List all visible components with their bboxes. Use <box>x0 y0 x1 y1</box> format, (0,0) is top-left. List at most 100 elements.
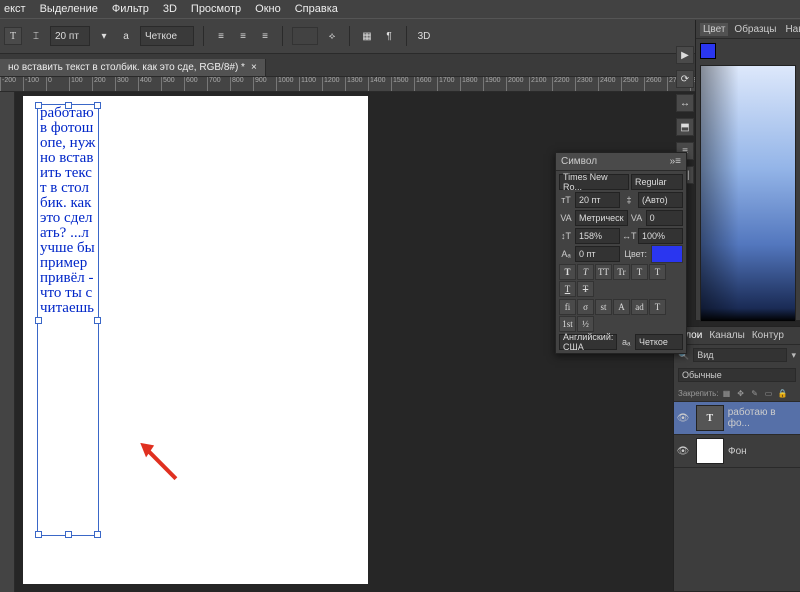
underline-button[interactable]: T <box>559 281 576 297</box>
subscript-button[interactable]: T <box>649 264 666 280</box>
color-picker-gradient[interactable] <box>700 65 796 322</box>
char-color-swatch[interactable] <box>651 245 683 263</box>
menu-select[interactable]: Выделение <box>40 3 98 15</box>
size-field[interactable]: 20 пт <box>575 192 620 208</box>
italic-button[interactable]: T <box>577 264 594 280</box>
handle-sw[interactable] <box>35 531 42 538</box>
close-icon[interactable]: × <box>251 62 257 73</box>
app-root: екст Выделение Фильтр 3D Просмотр Окно С… <box>0 0 800 592</box>
smallcaps-button[interactable]: Tr <box>613 264 630 280</box>
char-panel-icon[interactable]: ¶ <box>381 28 397 44</box>
antialias-field[interactable]: Четкое <box>140 26 194 46</box>
dropdown-icon[interactable]: ▾ <box>96 28 112 44</box>
text-color-swatch[interactable] <box>292 27 318 45</box>
ruler-tick: 1200 <box>322 77 340 91</box>
hscale-field[interactable]: 100% <box>638 228 683 244</box>
canvas[interactable]: работаю в фотошопе, нужно вставить текст… <box>23 96 368 584</box>
vscale-field[interactable]: 158% <box>575 228 620 244</box>
history-icon[interactable]: ⟳ <box>676 70 694 88</box>
layer-row[interactable]: 👁 T работаю в фо... <box>674 402 800 435</box>
handle-w[interactable] <box>35 317 42 324</box>
visibility-icon[interactable]: 👁 <box>674 446 692 457</box>
layer-thumb-image <box>696 438 724 464</box>
tab-color[interactable]: Цвет <box>700 23 728 36</box>
ordinals-button[interactable]: 1st <box>559 316 576 332</box>
kerning-field[interactable]: Метрическ <box>575 210 628 226</box>
align-right-icon[interactable]: ≡ <box>257 28 273 44</box>
lock-artboard-icon[interactable]: ▭ <box>763 387 775 399</box>
language-field[interactable]: Английский: США <box>559 334 617 350</box>
play-icon[interactable]: ▶ <box>676 46 694 64</box>
visibility-icon[interactable]: 👁 <box>674 413 692 424</box>
menu-3d[interactable]: 3D <box>163 3 177 15</box>
handle-n[interactable] <box>65 102 72 109</box>
layer-filter-select[interactable]: Вид <box>693 348 787 362</box>
lock-position-icon[interactable]: ✥ <box>735 387 747 399</box>
alternates-button[interactable]: σ <box>577 299 594 315</box>
character-panel-title: Символ <box>561 156 597 167</box>
aa-field[interactable]: Четкое <box>635 334 683 350</box>
handle-e[interactable] <box>94 317 101 324</box>
layer-filter-row: 🔍 Вид ▾ <box>674 345 800 365</box>
fg-color[interactable] <box>700 43 716 59</box>
lock-brush-icon[interactable]: ✎ <box>749 387 761 399</box>
swatch-icon[interactable]: ⬒ <box>676 118 694 136</box>
menu-help[interactable]: Справка <box>295 3 338 15</box>
handle-s[interactable] <box>65 531 72 538</box>
menu-text[interactable]: екст <box>4 3 26 15</box>
menu-view[interactable]: Просмотр <box>191 3 241 15</box>
collapse-icon[interactable]: »≡ <box>670 156 681 167</box>
blend-mode-select[interactable]: Обычные <box>678 368 796 382</box>
tool-preset-icon[interactable]: T <box>4 27 22 45</box>
menu-window[interactable]: Окно <box>255 3 281 15</box>
tab-swatches[interactable]: Образцы <box>731 23 779 36</box>
text-box[interactable]: работаю в фотошопе, нужно вставить текст… <box>37 104 99 536</box>
ruler-tick: 2600 <box>644 77 662 91</box>
tab-paths[interactable]: Контур <box>752 330 784 341</box>
titling-button[interactable]: T <box>649 299 666 315</box>
orientation-icon[interactable]: ⌶ <box>28 28 44 44</box>
align-left-icon[interactable]: ≡ <box>213 28 229 44</box>
fractions-button[interactable]: ½ <box>577 316 594 332</box>
separator <box>203 26 204 46</box>
tab-navigator[interactable]: Навига <box>782 23 800 36</box>
align-center-icon[interactable]: ≡ <box>235 28 251 44</box>
stylistic-button[interactable]: ad <box>631 299 648 315</box>
tab-channels[interactable]: Каналы <box>709 330 745 341</box>
menu-filter[interactable]: Фильтр <box>112 3 149 15</box>
character-panel[interactable]: Символ »≡ Times New Ro... Regular тТ 20 … <box>555 152 687 354</box>
font-size-field[interactable]: 20 пт <box>50 26 90 46</box>
swash-button[interactable]: A <box>613 299 630 315</box>
character-panel-header[interactable]: Символ »≡ <box>556 153 686 171</box>
tracking-field[interactable]: 0 <box>646 210 683 226</box>
dropdown-icon[interactable]: ▾ <box>791 350 796 361</box>
font-family-field[interactable]: Times New Ro... <box>559 174 629 190</box>
document-tab[interactable]: но вставить текст в столбик. как это сде… <box>0 59 266 76</box>
baseline-field[interactable]: 0 пт <box>575 246 620 262</box>
layer-thumb-text: T <box>696 405 724 431</box>
lock-pixels-icon[interactable]: ▦ <box>721 387 733 399</box>
superscript-button[interactable]: T <box>631 264 648 280</box>
ligatures-button[interactable]: fi <box>559 299 576 315</box>
font-style-field[interactable]: Regular <box>631 174 683 190</box>
lock-all-icon[interactable]: 🔒 <box>777 387 789 399</box>
ruler-tick: 1000 <box>276 77 294 91</box>
layer-row[interactable]: 👁 Фон <box>674 435 800 468</box>
fg-bg-swatch[interactable] <box>696 39 800 63</box>
discretionary-button[interactable]: st <box>595 299 612 315</box>
align-icon[interactable]: ↔ <box>676 94 694 112</box>
leading-field[interactable]: (Авто) <box>638 192 683 208</box>
text-content[interactable]: работаю в фотошопе, нужно вставить текст… <box>38 105 98 317</box>
tracking-icon: VA <box>630 213 644 223</box>
3d-icon[interactable]: 3D <box>416 28 432 44</box>
layer-name[interactable]: работаю в фо... <box>728 407 800 429</box>
panels-icon[interactable]: ▦ <box>359 28 375 44</box>
strike-button[interactable]: T <box>577 281 594 297</box>
warp-text-icon[interactable]: ⟡ <box>324 28 340 44</box>
allcaps-button[interactable]: TT <box>595 264 612 280</box>
handle-nw[interactable] <box>35 102 42 109</box>
handle-se[interactable] <box>94 531 101 538</box>
bold-button[interactable]: T <box>559 264 576 280</box>
layer-name[interactable]: Фон <box>728 446 747 457</box>
handle-ne[interactable] <box>94 102 101 109</box>
